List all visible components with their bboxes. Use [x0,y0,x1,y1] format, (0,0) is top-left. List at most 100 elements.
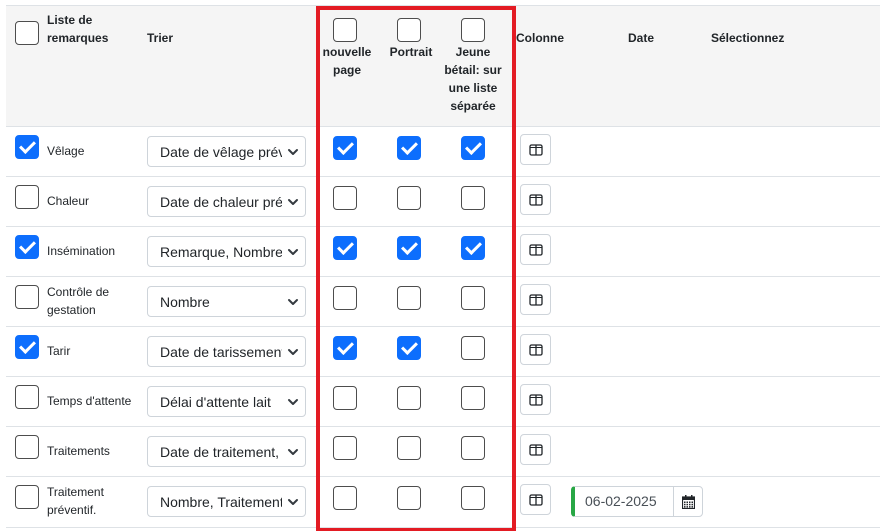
header-portrait-label: Portrait [389,45,433,59]
new-page-checkbox[interactable] [333,436,357,460]
sort-select-value: Date de chaleur prévue [160,194,282,210]
sort-select-value: Délai d'attente lait [160,394,271,410]
sort-select-value: Date de tarissement [160,344,282,360]
sort-select[interactable]: Nombre, Traitement [147,486,306,517]
young-stock-checkbox[interactable] [461,236,485,260]
header-sort-label: Trier [147,31,174,45]
portrait-checkbox[interactable] [397,286,421,310]
sort-select[interactable]: Date de chaleur prévue [147,186,306,217]
chevron-down-icon [288,399,298,405]
table-header-row: Liste de remarques Trier nouvelle page P… [6,6,880,127]
header-new-page-label: nouvelle page [322,45,372,77]
new-page-checkbox[interactable] [333,386,357,410]
sort-select[interactable]: Date de vêlage prévue [147,136,306,167]
row-checkbox[interactable] [15,435,39,459]
table-row: Insémination Remarque, Nombre [6,227,880,277]
chevron-down-icon [288,199,298,205]
new-page-checkbox[interactable] [333,236,357,260]
select-all-checkbox[interactable] [15,21,39,45]
column-layout-icon [529,444,543,456]
new-page-checkbox[interactable] [333,336,357,360]
new-page-checkbox[interactable] [333,286,357,310]
row-checkbox[interactable] [15,285,39,309]
header-column-label: Colonne [516,31,564,45]
row-label: Temps d'attente [47,394,132,408]
column-layout-icon [529,244,543,256]
row-label: Insémination [47,244,116,258]
column-layout-icon [529,294,543,306]
young-stock-checkbox[interactable] [461,386,485,410]
row-checkbox[interactable] [15,135,39,159]
column-button[interactable] [520,434,551,465]
portrait-checkbox[interactable] [397,236,421,260]
chevron-down-icon [288,299,298,305]
header-young-stock-label: Jeune bétail: sur une liste séparée [444,45,502,113]
remarks-list-settings: Liste de remarques Trier nouvelle page P… [0,0,890,531]
portrait-checkbox[interactable] [397,486,421,510]
header-select-label: Sélectionnez [711,31,785,45]
young-stock-all-checkbox[interactable] [461,18,485,42]
remarks-table: Liste de remarques Trier nouvelle page P… [6,5,880,531]
column-layout-icon [529,344,543,356]
column-layout-icon [529,144,543,156]
column-button[interactable] [520,184,551,215]
young-stock-checkbox[interactable] [461,186,485,210]
new-page-all-checkbox[interactable] [333,18,357,42]
row-label: Vêlage [47,144,85,158]
row-label: Traitement préventif. [47,485,104,517]
young-stock-checkbox[interactable] [461,436,485,460]
sort-select[interactable]: Date de tarissement [147,336,306,367]
sort-select[interactable]: Délai d'attente lait [147,386,306,417]
sort-select[interactable]: Remarque, Nombre [147,236,306,267]
header-date-label: Date [628,31,655,45]
column-button[interactable] [520,384,551,415]
row-checkbox[interactable] [15,185,39,209]
portrait-checkbox[interactable] [397,336,421,360]
column-button[interactable] [520,234,551,265]
column-layout-icon [529,494,543,506]
sort-select[interactable]: Nombre [147,286,306,317]
chevron-down-icon [288,499,298,505]
column-button[interactable] [520,284,551,315]
table-row: Traitements Date de traitement, [6,427,880,477]
table-row: Contrôle de gestation Nombre [6,277,880,327]
sort-select[interactable]: Date de traitement, [147,436,306,467]
table-row: Temps d'attente Délai d'attente lait [6,377,880,427]
row-checkbox[interactable] [15,235,39,259]
column-button[interactable] [520,334,551,365]
column-button[interactable] [520,134,551,165]
new-page-checkbox[interactable] [333,486,357,510]
portrait-checkbox[interactable] [397,136,421,160]
young-stock-checkbox[interactable] [461,336,485,360]
new-page-checkbox[interactable] [333,186,357,210]
column-button[interactable] [520,484,551,515]
portrait-checkbox[interactable] [397,386,421,410]
sort-select-value: Date de vêlage prévue [160,144,282,160]
portrait-checkbox[interactable] [397,436,421,460]
table-row: Vêlage Date de vêlage prévue [6,127,880,177]
portrait-checkbox[interactable] [397,186,421,210]
row-label: Traitements [47,444,110,458]
chevron-down-icon [288,149,298,155]
header-list-label: Liste de remarques [47,13,109,45]
table-row: Tarir Date de tarissement [6,327,880,377]
calendar-button[interactable] [673,486,703,517]
row-checkbox[interactable] [15,485,39,509]
young-stock-checkbox[interactable] [461,486,485,510]
row-checkbox[interactable] [15,335,39,359]
date-input[interactable]: 06-02-2025 [571,486,674,517]
chevron-down-icon [288,249,298,255]
sort-select-value: Nombre, Traitement [160,494,282,510]
portrait-all-checkbox[interactable] [397,18,421,42]
date-picker: 06-02-2025 [571,486,703,517]
row-label: Contrôle de gestation [47,285,110,317]
young-stock-checkbox[interactable] [461,286,485,310]
chevron-down-icon [288,449,298,455]
young-stock-checkbox[interactable] [461,136,485,160]
new-page-checkbox[interactable] [333,136,357,160]
row-checkbox[interactable] [15,385,39,409]
table-row: Traitement préventif. Nombre, Traitement 0… [6,477,880,526]
column-layout-icon [529,194,543,206]
column-layout-icon [529,394,543,406]
row-label: Chaleur [47,194,90,208]
